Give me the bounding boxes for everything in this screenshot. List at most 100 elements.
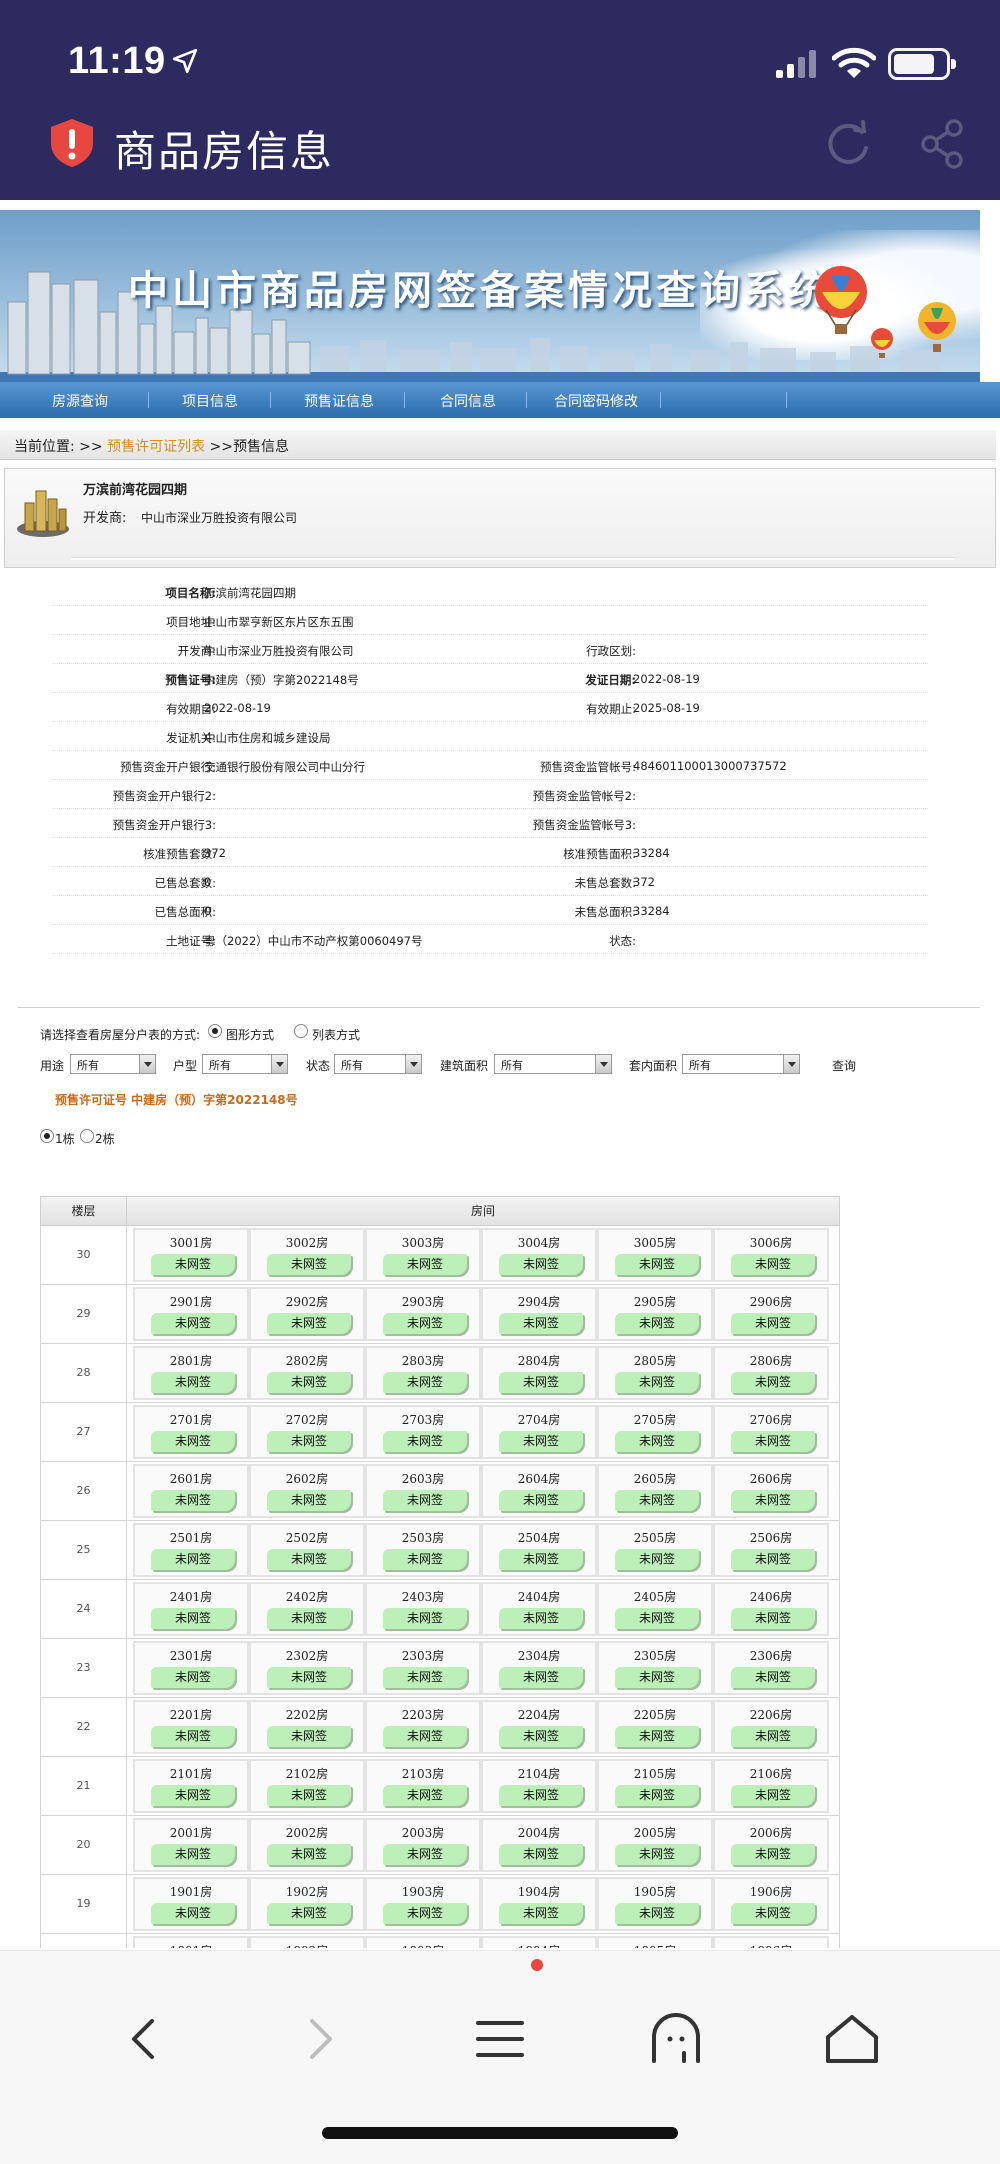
room-cell[interactable]: 2606房未网签 [713, 1464, 829, 1518]
room-status-badge[interactable]: 未网签 [383, 1490, 467, 1511]
room-cell[interactable]: 2602房 未网签 [249, 1464, 365, 1518]
room-number[interactable]: 2304房 [483, 1647, 595, 1664]
room-cell[interactable]: 2205房 未网签 [597, 1700, 713, 1754]
room-cell[interactable]: 2703房 未网签 [365, 1405, 481, 1459]
room-cell[interactable]: 2805房 未网签 [597, 1346, 713, 1400]
room-number[interactable]: 2804房 [483, 1352, 595, 1369]
room-status-badge[interactable]: 未网签 [731, 1490, 815, 1511]
room-number[interactable]: 2002房 [251, 1824, 363, 1841]
room-number[interactable]: 2004房 [483, 1824, 595, 1841]
room-cell[interactable]: 2002房 未网签 [249, 1818, 365, 1872]
room-number[interactable]: 2202房 [251, 1706, 363, 1723]
room-status-badge[interactable]: 未网签 [731, 1608, 815, 1629]
room-number[interactable]: 2601房 [135, 1470, 247, 1487]
room-cell[interactable]: 2706房 未网签 [713, 1405, 829, 1459]
room-number[interactable]: 2204房 [483, 1706, 595, 1723]
room-status-badge[interactable]: 未网签 [615, 1667, 699, 1688]
room-cell[interactable]: 2503房 未网签 [365, 1523, 481, 1577]
room-number[interactable]: 2806房 [715, 1352, 827, 1369]
room-status-badge[interactable]: 未网签 [267, 1254, 351, 1275]
nav-permit-info[interactable]: 预售证信息 [304, 391, 374, 411]
room-status-badge[interactable]: 未网签 [383, 1254, 467, 1275]
room-cell[interactable]: 2004房未网签 [481, 1818, 597, 1872]
room-number[interactable]: 2803房 [367, 1352, 479, 1369]
room-cell[interactable]: 3003房 未网签 [365, 1228, 481, 1282]
room-number[interactable]: 2306房 [715, 1647, 827, 1664]
room-status-badge[interactable]: 未网签 [499, 1549, 583, 1570]
room-status-badge[interactable]: 未网签 [731, 1844, 815, 1865]
room-status-badge[interactable]: 未网签 [383, 1726, 467, 1747]
building-2-label[interactable]: 2栋 [95, 1130, 115, 1147]
share-icon[interactable] [918, 118, 966, 170]
room-cell[interactable]: 2104房 未网签 [481, 1759, 597, 1813]
room-status-badge[interactable]: 未网签 [615, 1608, 699, 1629]
room-status-badge[interactable]: 未网签 [151, 1903, 235, 1924]
room-number[interactable]: 1906房 [715, 1883, 827, 1900]
room-number[interactable]: 2203房 [367, 1706, 479, 1723]
room-status-badge[interactable]: 未网签 [267, 1903, 351, 1924]
room-number[interactable]: 2206房 [715, 1706, 827, 1723]
room-status-badge[interactable]: 未网签 [615, 1490, 699, 1511]
room-cell[interactable]: 2101房 未网签 [133, 1759, 249, 1813]
room-status-badge[interactable]: 未网签 [151, 1844, 235, 1865]
room-status-badge[interactable]: 未网签 [151, 1313, 235, 1334]
room-status-badge[interactable]: 未网签 [383, 1313, 467, 1334]
room-number[interactable]: 1905房 [599, 1883, 711, 1900]
room-cell[interactable]: 2806房未网签 [713, 1346, 829, 1400]
room-cell[interactable]: 2201房 未网签 [133, 1700, 249, 1754]
room-status-badge[interactable]: 未网签 [615, 1431, 699, 1452]
room-cell[interactable]: 2303房 未网签 [365, 1641, 481, 1695]
room-number[interactable]: 2702房 [251, 1411, 363, 1428]
room-status-badge[interactable]: 未网签 [731, 1372, 815, 1393]
room-status-badge[interactable]: 未网签 [267, 1313, 351, 1334]
room-number[interactable]: 2606房 [715, 1470, 827, 1487]
room-number[interactable]: 1902房 [251, 1883, 363, 1900]
room-status-badge[interactable]: 未网签 [615, 1549, 699, 1570]
type-select[interactable]: 所有 [202, 1054, 288, 1074]
room-status-badge[interactable]: 未网签 [499, 1313, 583, 1334]
room-status-badge[interactable]: 未网签 [499, 1844, 583, 1865]
room-number[interactable]: 1801房 [135, 1942, 247, 1948]
nav-contract-password[interactable]: 合同密码修改 [554, 391, 638, 411]
menu-icon[interactable] [470, 2009, 530, 2069]
room-cell[interactable]: 2306房 未网签 [713, 1641, 829, 1695]
inner-area-select[interactable]: 所有 [682, 1054, 800, 1074]
room-status-badge[interactable]: 未网签 [151, 1608, 235, 1629]
room-status-badge[interactable]: 未网签 [267, 1490, 351, 1511]
room-number[interactable]: 3001房 [135, 1234, 247, 1251]
room-cell[interactable]: 2906房 未网签 [713, 1287, 829, 1341]
room-number[interactable]: 2703房 [367, 1411, 479, 1428]
room-status-badge[interactable]: 未网签 [151, 1726, 235, 1747]
room-cell[interactable]: 2206房 未网签 [713, 1700, 829, 1754]
room-cell[interactable]: 2702房 未网签 [249, 1405, 365, 1459]
breadcrumb-permit-list-link[interactable]: 预售许可证列表 [107, 439, 205, 455]
room-status-badge[interactable]: 未网签 [615, 1313, 699, 1334]
room-cell[interactable]: 2403房 未网签 [365, 1582, 481, 1636]
room-status-badge[interactable]: 未网签 [615, 1726, 699, 1747]
room-cell[interactable]: 1806房未网签 [713, 1936, 829, 1948]
room-cell[interactable]: 2404房 未网签 [481, 1582, 597, 1636]
room-status-badge[interactable]: 未网签 [151, 1549, 235, 1570]
room-status-badge[interactable]: 未网签 [151, 1667, 235, 1688]
room-number[interactable]: 2005房 [599, 1824, 711, 1841]
room-number[interactable]: 1802房 [251, 1942, 363, 1948]
room-cell[interactable]: 2902房 未网签 [249, 1287, 365, 1341]
room-status-badge[interactable]: 未网签 [615, 1372, 699, 1393]
room-cell[interactable]: 2005房 未网签 [597, 1818, 713, 1872]
room-number[interactable]: 2106房 [715, 1765, 827, 1782]
room-status-badge[interactable]: 未网签 [151, 1490, 235, 1511]
room-cell[interactable]: 2704房 未网签 [481, 1405, 597, 1459]
room-status-badge[interactable]: 未网签 [267, 1667, 351, 1688]
room-cell[interactable]: 2102房 未网签 [249, 1759, 365, 1813]
room-cell[interactable]: 2402房 未网签 [249, 1582, 365, 1636]
room-number[interactable]: 1901房 [135, 1883, 247, 1900]
room-cell[interactable]: 2801房 未网签 [133, 1346, 249, 1400]
room-number[interactable]: 3005房 [599, 1234, 711, 1251]
room-number[interactable]: 2505房 [599, 1529, 711, 1546]
room-cell[interactable]: 2501房 未网签 [133, 1523, 249, 1577]
room-number[interactable]: 2103房 [367, 1765, 479, 1782]
room-cell[interactable]: 2405房 未网签 [597, 1582, 713, 1636]
room-cell[interactable]: 1802房未网签 [249, 1936, 365, 1948]
room-number[interactable]: 1904房 [483, 1883, 595, 1900]
room-cell[interactable]: 1905房 未网签 [597, 1877, 713, 1931]
